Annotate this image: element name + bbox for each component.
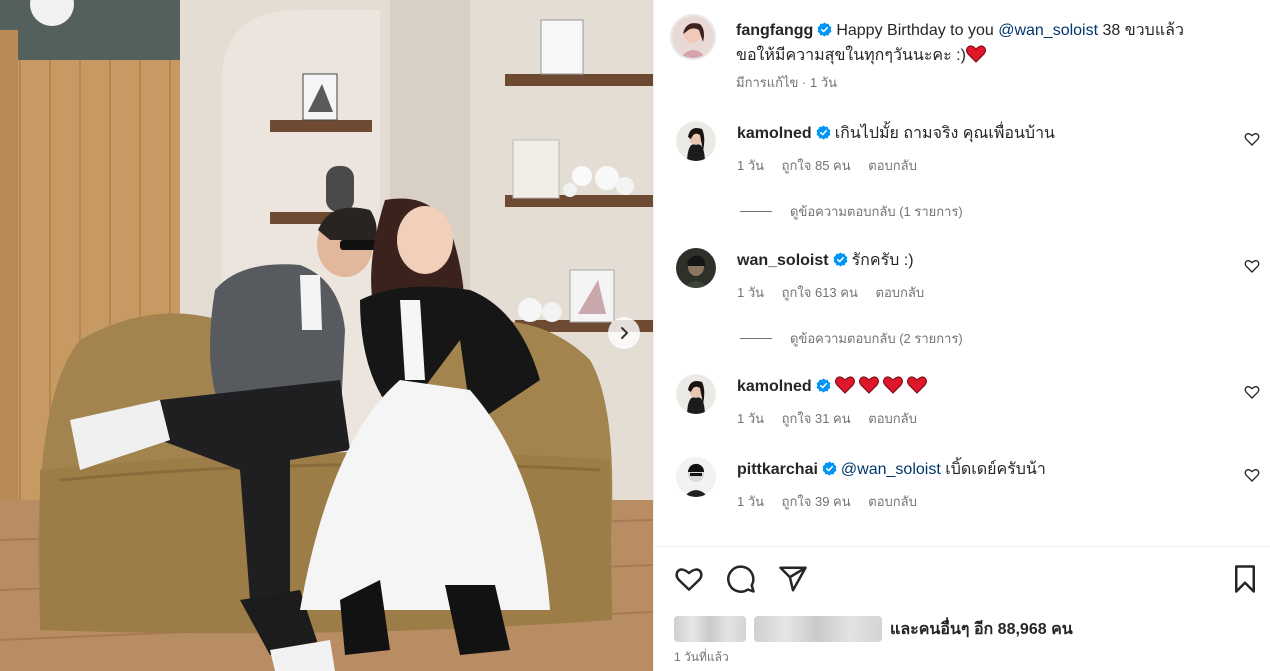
share-button[interactable] bbox=[778, 564, 808, 594]
verified-badge-icon bbox=[833, 252, 848, 267]
share-icon bbox=[779, 566, 807, 592]
comment-time: 1 วัน bbox=[737, 494, 765, 509]
comment-time: 1 วัน bbox=[737, 285, 765, 300]
caption-rest: 38 ขวบแล้ว bbox=[1102, 22, 1184, 39]
verified-badge-icon bbox=[816, 125, 831, 140]
commenter-avatar[interactable] bbox=[676, 374, 716, 414]
comment-mention[interactable]: @wan_soloist bbox=[841, 461, 941, 478]
commenter-avatar[interactable] bbox=[676, 248, 716, 288]
carousel-next-button[interactable] bbox=[608, 317, 640, 349]
red-heart-emoji-icon bbox=[965, 45, 986, 63]
commenter-username[interactable]: kamolned bbox=[737, 125, 812, 142]
blurred-username bbox=[754, 616, 882, 642]
comment-text: wan_soloist รักครับ :) bbox=[737, 250, 914, 272]
comment-icon bbox=[727, 565, 755, 593]
edited-label: มีการแก้ไข bbox=[736, 75, 799, 90]
reply-button[interactable]: ตอบกลับ bbox=[876, 285, 925, 300]
post-time: 1 วัน bbox=[809, 75, 838, 90]
likes-count: และคนอื่นๆ อีก 88,968 คน bbox=[890, 620, 1073, 638]
post-date: 1 วันที่แล้ว bbox=[674, 650, 729, 664]
like-button[interactable] bbox=[674, 564, 704, 594]
comment-meta: 1 วัน ถูกใจ 39 คน ตอบกลับ bbox=[737, 491, 931, 512]
caption-text: fangfangg Happy Birthday to you @wan_solo… bbox=[736, 18, 1246, 68]
bookmark-icon bbox=[1235, 565, 1255, 593]
comment-time: 1 วัน bbox=[737, 411, 765, 426]
verified-badge-icon bbox=[817, 22, 832, 37]
comment-likes[interactable]: ถูกใจ 85 คน bbox=[782, 158, 851, 173]
comment-time: 1 วัน bbox=[737, 158, 765, 173]
comment-meta: 1 วัน ถูกใจ 85 คน ตอบกลับ bbox=[737, 155, 931, 176]
comment-meta: 1 วัน ถูกใจ 31 คน ตอบกลับ bbox=[737, 408, 931, 429]
post-photo[interactable] bbox=[0, 0, 653, 671]
comment-text: kamolned bbox=[737, 376, 931, 398]
comment-like-heart-icon[interactable] bbox=[1244, 384, 1260, 400]
red-heart-emoji-icon bbox=[906, 376, 927, 394]
commenter-username[interactable]: pittkarchai bbox=[737, 461, 818, 478]
comment-meta: 1 วัน ถูกใจ 613 คน ตอบกลับ bbox=[737, 282, 938, 303]
blurred-avatar bbox=[674, 616, 746, 642]
view-replies-button[interactable]: ดูข้อความตอบกลับ (2 รายการ) bbox=[740, 328, 963, 349]
caption-line2: ขอให้มีความสุขในทุกๆวันนะคะ :) bbox=[736, 47, 966, 64]
comment-body: เบิ้ดเดย์ครับน้า bbox=[945, 461, 1046, 478]
divider bbox=[654, 546, 1270, 547]
verified-badge-icon bbox=[822, 461, 837, 476]
verified-badge-icon bbox=[816, 378, 831, 393]
red-heart-emoji-icon bbox=[858, 376, 879, 394]
comment-text: pittkarchai @wan_soloist เบิ้ดเดย์ครับน้า bbox=[737, 459, 1046, 481]
save-button[interactable] bbox=[1230, 564, 1260, 594]
commenter-username[interactable]: kamolned bbox=[737, 378, 812, 395]
comment-body: เกินไปมั้ย ถามจริง คุณเพื่อนบ้าน bbox=[834, 125, 1055, 142]
comment-like-heart-icon[interactable] bbox=[1244, 258, 1260, 274]
comment-body: รักครับ :) bbox=[851, 252, 914, 269]
caption-main: Happy Birthday to you bbox=[836, 22, 994, 39]
photo-illustration bbox=[0, 0, 653, 671]
comment-item: kamolned 1 วัน ถูกใจ 31 คน ตอบกลับ bbox=[670, 374, 1260, 434]
caption-mention[interactable]: @wan_soloist bbox=[998, 22, 1098, 39]
comment-like-heart-icon[interactable] bbox=[1244, 131, 1260, 147]
heart-icon bbox=[675, 568, 703, 591]
heart-emojis bbox=[834, 376, 931, 395]
caption-meta: มีการแก้ไข · 1 วัน bbox=[736, 75, 838, 90]
commenter-avatar[interactable] bbox=[676, 457, 716, 497]
chevron-right-icon bbox=[621, 327, 629, 339]
reply-button[interactable]: ตอบกลับ bbox=[868, 494, 917, 509]
author-avatar[interactable] bbox=[670, 14, 716, 60]
commenter-username[interactable]: wan_soloist bbox=[737, 252, 829, 269]
comment-like-heart-icon[interactable] bbox=[1244, 467, 1260, 483]
post-side-panel: fangfangg Happy Birthday to you @wan_solo… bbox=[653, 0, 1270, 671]
comment-likes[interactable]: ถูกใจ 613 คน bbox=[782, 285, 858, 300]
reply-button[interactable]: ตอบกลับ bbox=[868, 411, 917, 426]
comment-text: kamolned เกินไปมั้ย ถามจริง คุณเพื่อนบ้าน bbox=[737, 123, 1055, 145]
reply-button[interactable]: ตอบกลับ bbox=[868, 158, 917, 173]
commenter-avatar[interactable] bbox=[676, 121, 716, 161]
action-bar bbox=[674, 564, 1255, 596]
comment-item: wan_soloist รักครับ :) 1 วัน ถูกใจ 613 คน… bbox=[670, 248, 1260, 308]
likes-summary[interactable]: และคนอื่นๆ อีก 88,968 คน bbox=[674, 616, 1073, 642]
comment-button[interactable] bbox=[726, 564, 756, 594]
view-replies-button[interactable]: ดูข้อความตอบกลับ (1 รายการ) bbox=[740, 201, 963, 222]
red-heart-emoji-icon bbox=[834, 376, 855, 394]
author-username[interactable]: fangfangg bbox=[736, 22, 813, 39]
comment-item: kamolned เกินไปมั้ย ถามจริง คุณเพื่อนบ้าน… bbox=[670, 121, 1260, 181]
comment-item: pittkarchai @wan_soloist เบิ้ดเดย์ครับน้า… bbox=[670, 457, 1260, 517]
comment-likes[interactable]: ถูกใจ 39 คน bbox=[782, 494, 851, 509]
red-heart-emoji-icon bbox=[882, 376, 903, 394]
comment-likes[interactable]: ถูกใจ 31 คน bbox=[782, 411, 851, 426]
